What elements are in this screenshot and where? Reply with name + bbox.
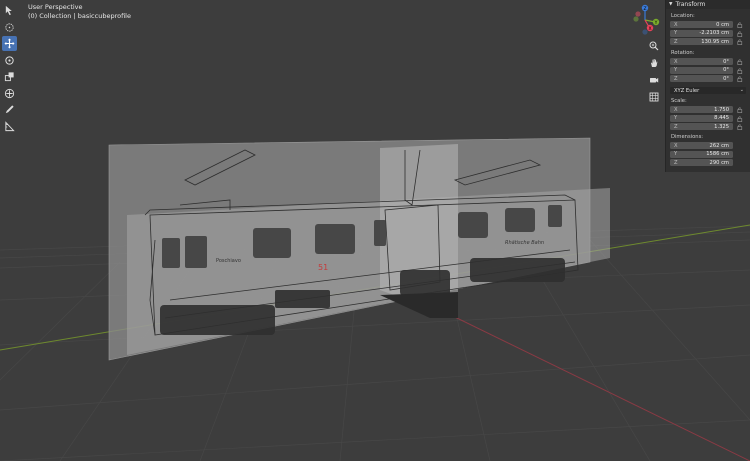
lock-icon[interactable] — [737, 59, 743, 65]
livery-text: Rhätische Bahn — [505, 240, 544, 246]
scale-icon[interactable] — [2, 69, 17, 84]
rotation-z-field[interactable]: Z 0° — [670, 75, 733, 83]
viewport-navigation — [648, 40, 660, 108]
location-label: Location: — [671, 13, 695, 19]
rotation-y-field[interactable]: Y 0° — [670, 66, 733, 74]
x-axis-line — [419, 299, 750, 461]
lock-icon[interactable] — [737, 76, 743, 82]
location-x-field[interactable]: X0 cm — [670, 21, 733, 29]
rotation-label: Rotation: — [671, 50, 695, 56]
lock-icon[interactable] — [737, 116, 743, 122]
lock-icon[interactable] — [737, 68, 743, 74]
select-box-icon[interactable] — [2, 3, 17, 18]
svg-text:Z: Z — [643, 6, 646, 12]
transform-title: Transform — [675, 1, 706, 8]
collapse-triangle-icon: ▼ — [669, 2, 673, 7]
location-z-field[interactable]: Z 130.95 cm — [670, 38, 733, 46]
toolbar — [2, 3, 18, 135]
lock-icon[interactable] — [737, 39, 743, 45]
viewport-view-name: User Perspective — [28, 3, 83, 11]
chevron-down-icon: ⌄ — [739, 86, 744, 93]
3d-viewport[interactable]: Poschiavo 51 Rhätische Bahn — [0, 0, 750, 461]
camera-icon[interactable] — [648, 74, 660, 86]
gizmo-neg-z[interactable] — [642, 29, 648, 35]
scale-label: Scale: — [671, 98, 687, 104]
grid-view-icon[interactable] — [648, 91, 660, 103]
car-name-text: Poschiavo — [216, 258, 241, 264]
cursor-icon[interactable] — [2, 20, 17, 35]
dimensions-y-field[interactable]: Y 1586 cm — [670, 150, 733, 158]
svg-text:Y: Y — [654, 20, 658, 26]
location-y-field[interactable]: Y -2.2103 cm — [670, 29, 733, 37]
reference-image-plane[interactable] — [108, 137, 610, 361]
transform-icon[interactable] — [2, 86, 17, 101]
lock-icon[interactable] — [737, 124, 743, 130]
lock-icon[interactable] — [737, 31, 743, 37]
annotate-icon[interactable] — [2, 102, 17, 117]
rotation-mode-dropdown[interactable]: XYZ Euler ⌄ — [670, 86, 746, 95]
dimensions-x-field[interactable]: X 262 cm — [670, 142, 733, 150]
hand-pan-icon[interactable] — [648, 57, 660, 69]
car-number-text: 51 — [318, 263, 328, 272]
measure-icon[interactable] — [2, 119, 17, 134]
lock-icon[interactable] — [737, 22, 743, 28]
scale-y-field[interactable]: Y 8.445 — [670, 114, 733, 122]
transform-panel-header[interactable]: ▼ Transform — [666, 0, 750, 9]
rotation-x-field[interactable]: X 0° — [670, 58, 733, 66]
lock-icon[interactable] — [737, 107, 743, 113]
move-icon[interactable] — [2, 36, 17, 51]
transform-panel: ▼ Transform Location: X0 cm Y -2.2103 cm Z… — [665, 0, 750, 172]
gizmo-neg-x[interactable] — [635, 11, 641, 17]
dimensions-label: Dimensions: — [671, 134, 704, 140]
dimensions-z-field[interactable]: Z 290 cm — [670, 159, 733, 167]
navigation-gizmo[interactable]: Z Y X — [625, 2, 665, 38]
scale-x-field[interactable]: X 1.750 — [670, 106, 733, 114]
viewport-collection-path: (0) Collection | basiccubeprofile — [28, 12, 131, 20]
zoom-icon[interactable] — [648, 40, 660, 52]
rotate-icon[interactable] — [2, 53, 17, 68]
gizmo-neg-y[interactable] — [633, 16, 639, 22]
svg-text:X: X — [648, 26, 651, 32]
scale-z-field[interactable]: Z 1.325 — [670, 123, 733, 131]
